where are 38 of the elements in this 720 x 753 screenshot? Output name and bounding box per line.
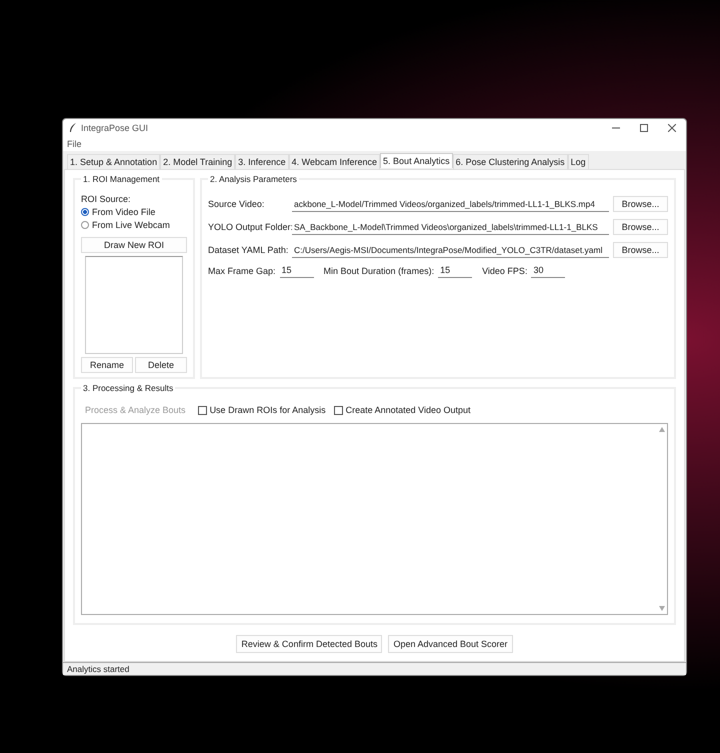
- feather-icon: [69, 123, 77, 133]
- roi-source-label: ROI Source:: [81, 194, 132, 204]
- action-button[interactable]: Review & Confirm Detected Bouts: [236, 635, 382, 653]
- radio-button[interactable]: [81, 208, 89, 216]
- tab[interactable]: 6. Pose Clustering Analysis: [452, 154, 568, 169]
- field-label: Video FPS:: [482, 266, 528, 276]
- tab[interactable]: 1. Setup & Annotation: [67, 154, 160, 169]
- checkbox-label: Use Drawn ROIs for Analysis: [210, 405, 326, 415]
- radio-label: From Video File: [92, 207, 156, 217]
- close-icon[interactable]: [668, 124, 676, 132]
- radio-label: From Live Webcam: [92, 220, 170, 230]
- action-button[interactable]: Open Advanced Bout Scorer: [388, 635, 513, 653]
- field-label: Dataset YAML Path:: [208, 245, 288, 255]
- field-label: Min Bout Duration (frames):: [324, 266, 434, 276]
- checkbox[interactable]: [334, 406, 343, 414]
- panel-title: 1. ROI Management: [82, 174, 161, 184]
- panel-title: 2. Analysis Parameters: [209, 174, 298, 184]
- tab[interactable]: 2. Model Training: [160, 154, 236, 169]
- browse-button[interactable]: Browse...: [613, 219, 668, 235]
- tab[interactable]: Log: [568, 154, 589, 169]
- browse-button[interactable]: Browse...: [613, 242, 668, 258]
- field-label: Source Video:: [208, 199, 266, 209]
- roi-action-button[interactable]: Delete: [135, 357, 187, 373]
- field-label: Max Frame Gap:: [208, 266, 276, 276]
- roi-action-button[interactable]: Rename: [81, 357, 133, 373]
- status-bar: Analytics started: [63, 662, 686, 675]
- tab[interactable]: 4. Webcam Inference: [288, 154, 380, 169]
- browse-button[interactable]: Browse...: [613, 196, 668, 212]
- menu-item[interactable]: File: [67, 139, 82, 149]
- radio-button[interactable]: [81, 221, 89, 229]
- checkbox-label: Create Annotated Video Output: [346, 405, 471, 415]
- tab[interactable]: 5. Bout Analytics: [380, 153, 453, 168]
- draw-roi-button[interactable]: Draw New ROI: [81, 237, 187, 253]
- maximize-icon[interactable]: [640, 124, 648, 132]
- checkbox[interactable]: [198, 406, 207, 414]
- tab[interactable]: 3. Inference: [235, 154, 289, 169]
- panel-title: 3. Processing & Results: [82, 383, 174, 393]
- window-title: IntegraPose GUI: [81, 123, 148, 133]
